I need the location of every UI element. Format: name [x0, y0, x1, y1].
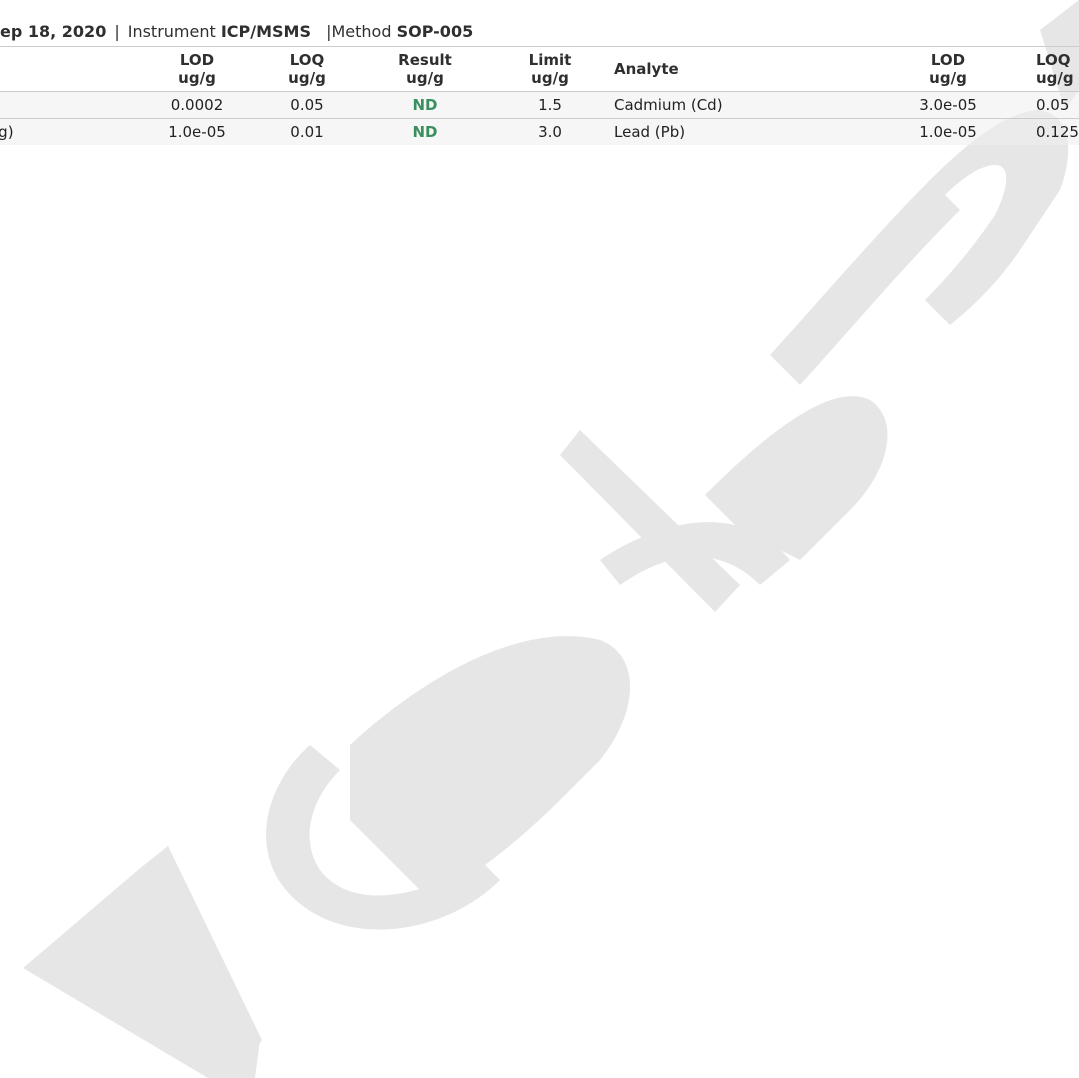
loq-value: 0.125 [1036, 123, 1079, 141]
limit-value: 3.0 [538, 123, 562, 141]
loq-value: 0.01 [290, 123, 324, 141]
lod-value: 1.0e-05 [168, 123, 226, 141]
analyte-name: lg) [0, 123, 14, 141]
loq-value: 0.05 [1036, 96, 1070, 114]
column-header-loq-2: LOQ ug/g [1036, 51, 1074, 87]
instrument-label: Instrument [127, 22, 216, 41]
loq-value: 0.05 [290, 96, 324, 114]
header-separator: | [114, 22, 120, 41]
analyte-name: Lead (Pb) [614, 123, 686, 141]
analyte-name: Cadmium (Cd) [614, 96, 723, 114]
report-date: ep 18, 2020 [0, 22, 107, 41]
table-row: lg) 1.0e-05 0.01 ND 3.0 Lead (Pb) 1.0e-0… [0, 118, 1079, 145]
limit-value: 1.5 [538, 96, 562, 114]
analyte-name: ) [0, 92, 134, 118]
method-value: SOP-005 [396, 22, 474, 41]
column-header-lod: LOD ug/g [178, 51, 216, 87]
report-header: ep 18, 2020 | Instrument ICP/MSMS |Method … [0, 17, 473, 47]
table-header-row: LOD ug/g LOQ ug/g Result ug/g Limit ug/g Ana… [0, 46, 1079, 91]
column-header-result: Result ug/g [398, 51, 452, 87]
instrument-value: ICP/MSMS [220, 22, 311, 41]
lod-value: 1.0e-05 [919, 123, 977, 141]
column-header-lod-2: LOD ug/g [929, 51, 967, 87]
column-header-loq: LOQ ug/g [288, 51, 326, 87]
lod-value: 3.0e-05 [919, 96, 977, 114]
lod-value: 0.0002 [170, 96, 224, 114]
column-header-analyte: Analyte [614, 60, 679, 78]
results-table: LOD ug/g LOQ ug/g Result ug/g Limit ug/g Ana… [0, 46, 1079, 145]
column-header-limit: Limit ug/g [528, 51, 572, 87]
coa-page: ep 18, 2020 | Instrument ICP/MSMS |Method … [0, 0, 1079, 1078]
table-row: ) 0.0002 0.05 ND 1.5 Cadmium (Cd) 3.0e-0… [0, 91, 1079, 118]
result-value: ND [412, 96, 438, 114]
watermark-logo [23, 0, 1079, 1078]
method-label: |Method [326, 22, 392, 41]
result-value: ND [412, 123, 438, 141]
